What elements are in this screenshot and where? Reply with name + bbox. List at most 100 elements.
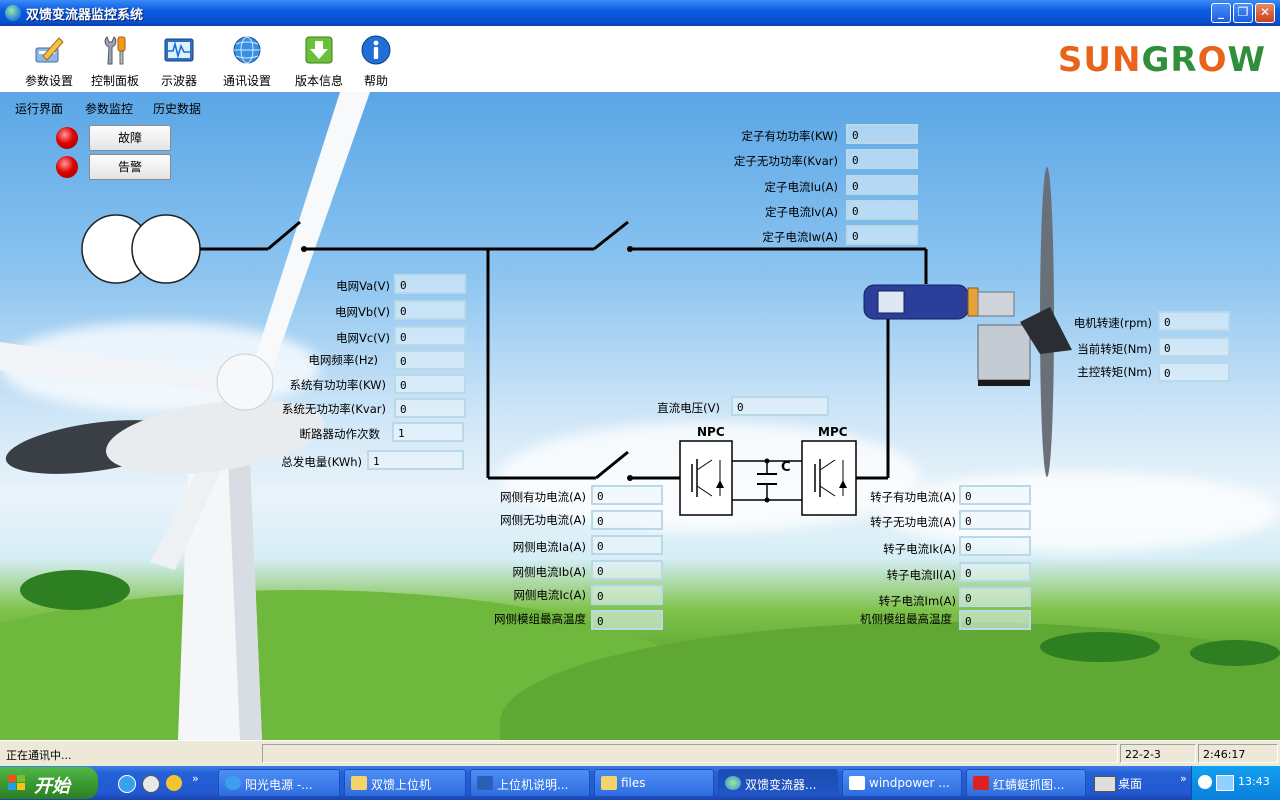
field-label: 转子电流Ik(A) [883, 542, 956, 556]
field-label: 系统有功功率(KW) [289, 378, 386, 392]
taskbar-item[interactable]: 上位机说明... [470, 769, 590, 797]
toolbar-label: 示波器 [160, 74, 197, 88]
desktop-toolbar-label[interactable]: 桌面 [1118, 775, 1142, 792]
mpc-label: MPC [818, 425, 848, 439]
grid-current-ic-value: 0 [591, 585, 663, 605]
field-label: 定子电流Iv(A) [764, 205, 838, 219]
taskbar-item[interactable]: 双馈上位机 [344, 769, 466, 797]
taskbar-item-active[interactable]: 双馈变流器... [718, 769, 838, 797]
field-label: 电机转速(rpm) [1073, 316, 1152, 330]
stator-switch [593, 220, 629, 251]
field-label: 转子无功电流(A) [870, 515, 956, 529]
field-label: 电网Va(V) [336, 279, 390, 293]
status-bar: 正在通讯中... 22-2-3 2:46:17 [0, 740, 1280, 767]
desktop-more-icon[interactable]: » [1180, 772, 1187, 785]
word-doc-icon [477, 776, 493, 790]
field-label: 机侧模组最高温度 [860, 612, 952, 626]
field-label: 定子有功功率(KW) [741, 129, 838, 143]
mpc-module [801, 440, 857, 516]
globe-network-icon [233, 36, 261, 64]
oscilloscope-button[interactable]: 示波器 [146, 28, 212, 90]
transformer-coil-secondary [131, 214, 201, 284]
toolbar-label: 通讯设置 [222, 74, 271, 88]
toolbar: 参数设置 控制面板 示波器 通讯设置 版本信息 帮助 SUNGROW [0, 26, 1280, 93]
rotor-active-current-value: 0 [959, 485, 1031, 505]
field-label: 定子电流Iu(A) [764, 180, 838, 194]
keyboard-icon[interactable] [1094, 776, 1116, 792]
minimize-button[interactable]: _ [1211, 3, 1231, 23]
screenshot-app-icon [973, 776, 989, 790]
ie-icon [225, 776, 241, 790]
start-label: 开始 [34, 776, 70, 797]
grid-module-max-temp-value: 0 [591, 610, 663, 630]
info-icon [361, 35, 391, 65]
motor-speed-value: 0 [1158, 311, 1230, 331]
field-label: 网侧电流Ic(A) [513, 588, 586, 602]
control-panel-button[interactable]: 控制面板 [82, 28, 148, 90]
stator-reactive-power-value: 0 [846, 149, 918, 169]
circuit-diagram [81, 167, 1072, 516]
tray-arrow-icon[interactable] [1198, 775, 1212, 789]
system-active-power-value: 0 [394, 374, 466, 394]
taskbar-item[interactable]: windpower ... [842, 769, 962, 797]
capacitor-label: C [781, 460, 791, 475]
field-label: 电网Vb(V) [334, 305, 390, 319]
stator-current-iw-value: 0 [846, 225, 918, 245]
status-time: 2:46:17 [1198, 744, 1278, 763]
npc-label: NPC [697, 425, 725, 439]
total-energy-value: 1 [367, 450, 464, 470]
grid-reactive-current-value: 0 [591, 510, 663, 530]
field-label: 主控转矩(Nm) [1077, 365, 1152, 379]
status-date: 22-2-3 [1120, 744, 1196, 763]
field-label: 断路器动作次数 [299, 427, 381, 441]
ie-quicklaunch-icon[interactable] [118, 775, 136, 793]
taskbar-item[interactable]: 阳光电源 -... [218, 769, 340, 797]
toolbar-label: 控制面板 [90, 74, 139, 88]
field-label: 转子电流Im(A) [878, 594, 956, 608]
grid-frequency-value: 0 [394, 350, 466, 370]
toolbar-label: 帮助 [363, 74, 388, 88]
npc-module [679, 440, 733, 516]
globe-icon [725, 776, 741, 790]
field-label: 网侧电流Ia(A) [512, 540, 586, 554]
field-label: 网侧模组最高温度 [494, 612, 586, 626]
help-button[interactable]: 帮助 [343, 28, 409, 90]
rotor-reactive-current-value: 0 [959, 510, 1031, 530]
gearbox-icon [977, 324, 1031, 381]
close-button[interactable]: ✕ [1255, 3, 1275, 23]
stator-current-iu-value: 0 [846, 175, 918, 195]
grid-vb-value: 0 [394, 300, 466, 320]
taskbar-item[interactable]: 红蜻蜓抓图... [966, 769, 1086, 797]
machine-module-max-temp-value: 0 [959, 610, 1031, 630]
window-title: 双馈变流器监控系统 [26, 8, 144, 23]
param-settings-button[interactable]: 参数设置 [16, 28, 82, 90]
network-icon[interactable] [1216, 775, 1234, 791]
main-breaker-switch [267, 220, 301, 251]
grid-vc-value: 0 [394, 326, 466, 346]
field-label: 网侧电流Ib(A) [512, 565, 586, 579]
field-label: 转子有功电流(A) [870, 490, 956, 504]
media-quicklaunch-icon[interactable] [142, 775, 160, 793]
clock[interactable]: 13:43 [1238, 775, 1270, 788]
start-button[interactable]: 开始 [0, 767, 98, 799]
folder-icon [601, 776, 617, 790]
settings-pencil-icon [35, 37, 64, 63]
restore-button[interactable]: ❐ [1233, 3, 1253, 23]
grid-active-current-value: 0 [591, 485, 663, 505]
field-label: 电网Vc(V) [335, 331, 390, 345]
stator-current-iv-value: 0 [846, 200, 918, 220]
comm-settings-button[interactable]: 通讯设置 [214, 28, 280, 90]
status-spacer [262, 744, 1118, 763]
field-label: 定子无功功率(Kvar) [733, 154, 838, 168]
grid-side-switch [595, 450, 629, 480]
dc-voltage-value: 0 [731, 396, 829, 416]
master-torque-value: 0 [1158, 362, 1230, 382]
document-icon [849, 776, 865, 790]
field-label: 系统无功功率(Kvar) [281, 402, 386, 416]
sungrow-logo: SUNGROW [1057, 40, 1266, 80]
wrench-screwdriver-icon [104, 36, 126, 65]
taskbar-item[interactable]: files [594, 769, 714, 797]
app-quicklaunch-icon[interactable] [166, 775, 182, 791]
app-globe-icon [5, 5, 21, 21]
quicklaunch-more-icon[interactable]: » [192, 772, 199, 785]
